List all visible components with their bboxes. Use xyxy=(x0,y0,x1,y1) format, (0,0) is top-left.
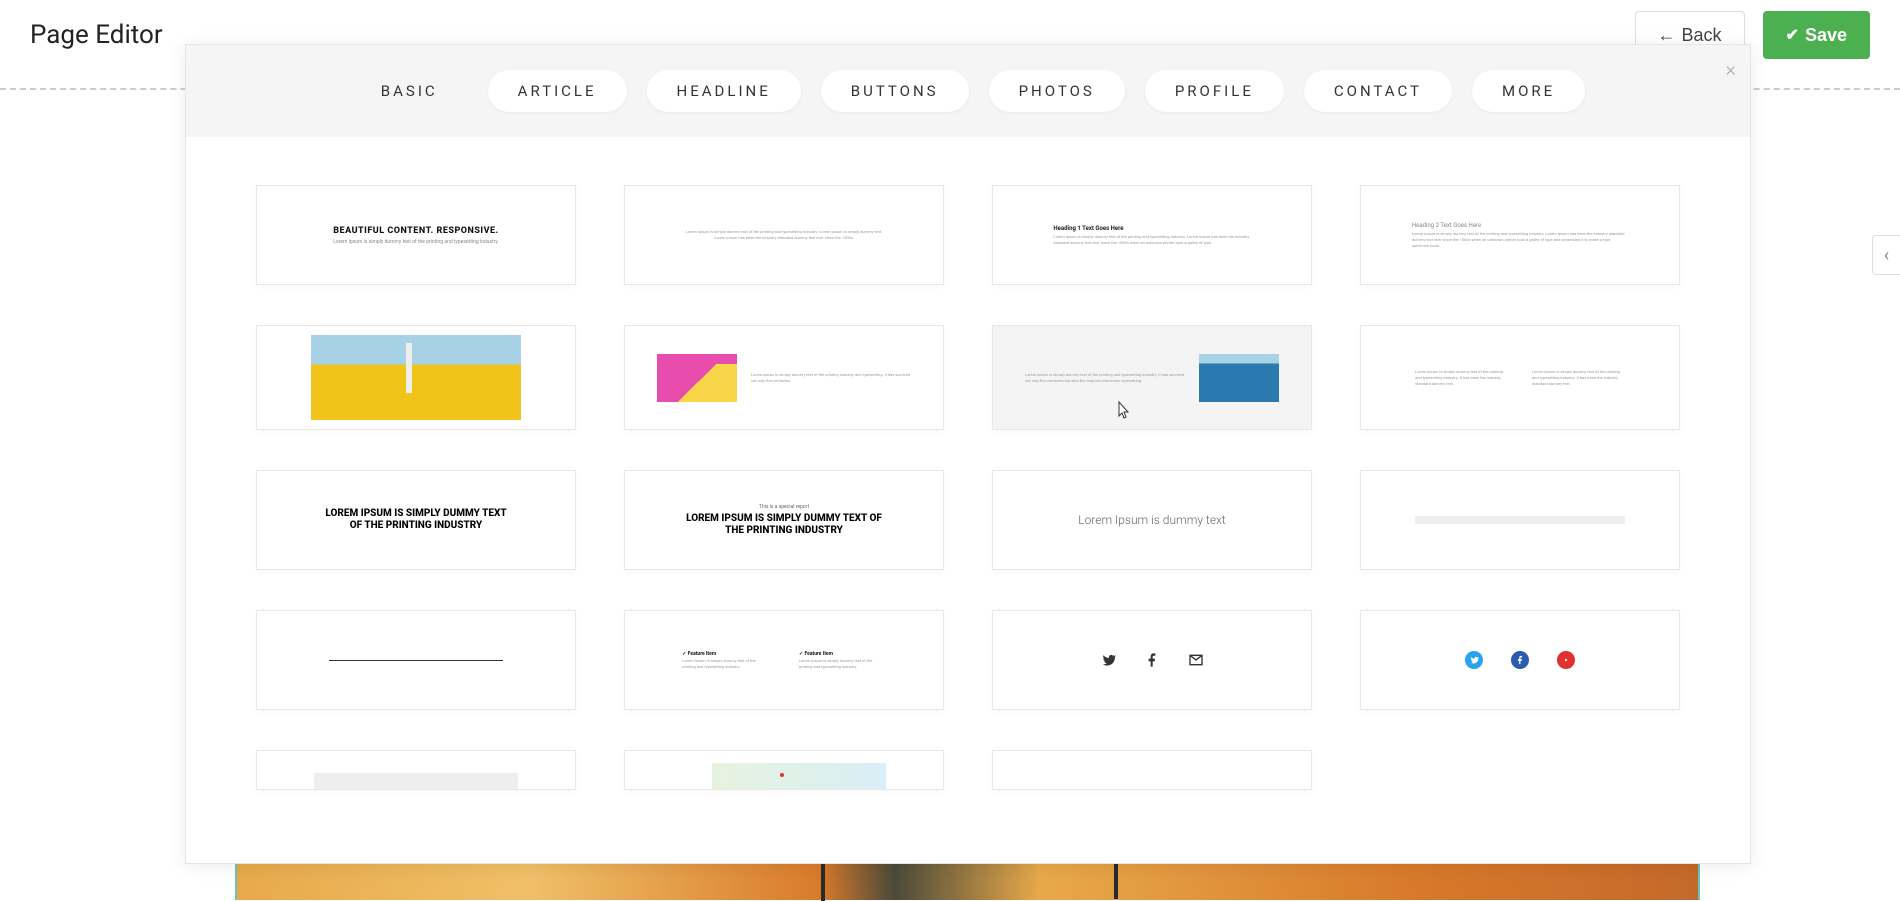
image-placeholder-icon xyxy=(311,335,521,420)
snippets-modal: × BASIC ARTICLE HEADLINE BUTTONS PHOTOS … xyxy=(185,44,1751,864)
tab-headline[interactable]: HEADLINE xyxy=(647,70,801,112)
feature-text: Lorem ipsum is simply dummy text of the … xyxy=(682,658,769,669)
snippet-image-full[interactable] xyxy=(256,325,576,430)
arrow-left-icon: ← xyxy=(1658,25,1676,46)
thumb-title: BEAUTIFUL CONTENT. RESPONSIVE. xyxy=(333,226,499,236)
twitter-icon xyxy=(1100,652,1116,668)
tab-profile[interactable]: PROFILE xyxy=(1145,70,1284,112)
thumb-col2: Lorem ipsum is simply dummy text of the … xyxy=(1532,369,1625,387)
tab-article[interactable]: ARTICLE xyxy=(488,70,627,112)
page-title: Page Editor xyxy=(30,20,163,50)
snippet-blank[interactable] xyxy=(992,750,1312,790)
divider-line xyxy=(329,660,504,661)
snippets-grid: BEAUTIFUL CONTENT. RESPONSIVE. Lorem ips… xyxy=(216,185,1720,790)
snippet-map[interactable] xyxy=(624,750,944,790)
tab-photos[interactable]: PHOTOS xyxy=(989,70,1125,112)
thumb-paragraph: Lorem ipsum is simply dummy text of the … xyxy=(1412,231,1628,249)
thumb-paragraph: Lorem ipsum is simply dummy text of the … xyxy=(751,372,911,384)
thumb-heading: Heading 2 Text Goes Here xyxy=(1412,222,1628,229)
facebook-icon xyxy=(1511,651,1529,669)
side-panel-handle[interactable]: ‹ xyxy=(1872,235,1900,275)
thumb-paragraph: Lorem ipsum is simply dummy text of the … xyxy=(1053,234,1250,246)
image-placeholder-icon xyxy=(1199,354,1279,402)
mail-icon xyxy=(1188,652,1204,668)
snippet-tag-headline[interactable]: This is a special report LOREM IPSUM IS … xyxy=(624,470,944,570)
youtube-icon xyxy=(1557,651,1575,669)
snippets-scroll-area[interactable]: BEAUTIFUL CONTENT. RESPONSIVE. Lorem ips… xyxy=(186,137,1750,863)
thumb-headline: LOREM IPSUM IS SIMPLY DUMMY TEXT OF THE … xyxy=(321,508,512,532)
snippet-two-columns[interactable]: Lorem ipsum is simply dummy text of the … xyxy=(1360,325,1680,430)
skeleton-bar xyxy=(1415,516,1625,524)
snippet-gray-block[interactable] xyxy=(256,750,576,790)
thumb-col1: Lorem ipsum is simply dummy text of the … xyxy=(1415,369,1508,387)
snippet-social-mono[interactable] xyxy=(992,610,1312,710)
tab-contact[interactable]: CONTACT xyxy=(1304,70,1452,112)
thumb-headline: Lorem Ipsum is dummy text xyxy=(1078,513,1226,527)
snippet-divider[interactable] xyxy=(256,610,576,710)
snippet-skeleton-bar[interactable] xyxy=(1360,470,1680,570)
snippet-light-headline[interactable]: Lorem Ipsum is dummy text xyxy=(992,470,1312,570)
snippet-title-text[interactable]: BEAUTIFUL CONTENT. RESPONSIVE. Lorem ips… xyxy=(256,185,576,285)
snippet-social-color[interactable] xyxy=(1360,610,1680,710)
feature-title: Feature Item xyxy=(682,651,769,657)
thumb-paragraph: Lorem ipsum is simply dummy text of the … xyxy=(685,229,882,241)
save-label: Save xyxy=(1805,25,1847,46)
save-button[interactable]: ✔ Save xyxy=(1763,11,1870,59)
gray-placeholder xyxy=(314,773,518,789)
snippet-feature-cols[interactable]: Feature Item Lorem ipsum is simply dummy… xyxy=(624,610,944,710)
modal-tabs: × BASIC ARTICLE HEADLINE BUTTONS PHOTOS … xyxy=(186,45,1750,137)
image-placeholder-icon xyxy=(657,354,737,402)
snippet-paragraph-center[interactable]: Lorem ipsum is simply dummy text of the … xyxy=(624,185,944,285)
back-label: Back xyxy=(1682,25,1722,46)
thumb-heading: Heading 1 Text Goes Here xyxy=(1053,225,1250,232)
close-icon[interactable]: × xyxy=(1726,57,1736,81)
snippet-image-left-text[interactable]: Lorem ipsum is simply dummy text of the … xyxy=(624,325,944,430)
thumb-subtitle: Lorem ipsum is simply dummy text of the … xyxy=(333,239,499,245)
thumb-paragraph: Lorem ipsum is simply dummy text of the … xyxy=(1025,372,1185,384)
twitter-icon xyxy=(1465,651,1483,669)
check-icon: ✔ xyxy=(1786,25,1799,45)
facebook-icon xyxy=(1144,652,1160,668)
cursor-icon xyxy=(1113,400,1131,427)
thumb-headline: LOREM IPSUM IS SIMPLY DUMMY TEXT OF THE … xyxy=(676,513,892,537)
tab-basic[interactable]: BASIC xyxy=(351,70,468,112)
tab-buttons[interactable]: BUTTONS xyxy=(821,70,969,112)
snippet-heading1-para[interactable]: Heading 1 Text Goes Here Lorem ipsum is … xyxy=(992,185,1312,285)
snippet-bold-headline[interactable]: LOREM IPSUM IS SIMPLY DUMMY TEXT OF THE … xyxy=(256,470,576,570)
feature-title: Feature Item xyxy=(799,651,886,657)
snippet-text-image-right[interactable]: Lorem ipsum is simply dummy text of the … xyxy=(992,325,1312,430)
map-placeholder-icon xyxy=(682,763,886,789)
thumb-tag: This is a special report xyxy=(676,504,892,510)
feature-text: Lorem ipsum is simply dummy text of the … xyxy=(799,658,886,669)
snippet-heading2-para[interactable]: Heading 2 Text Goes Here Lorem ipsum is … xyxy=(1360,185,1680,285)
tab-more[interactable]: MORE xyxy=(1472,70,1585,112)
